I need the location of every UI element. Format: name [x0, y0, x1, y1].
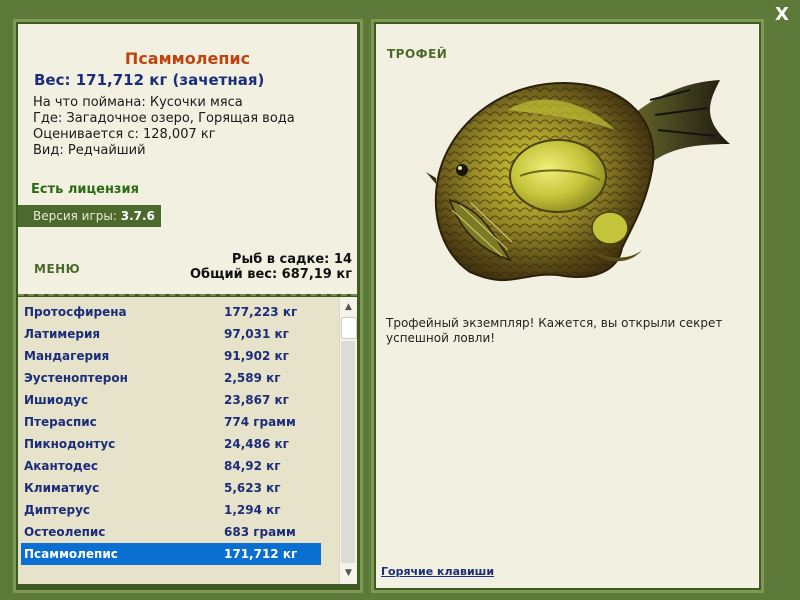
version-label: Версия игры:: [33, 209, 121, 223]
list-item-weight: 1,294 кг: [224, 503, 281, 517]
scroll-thumb[interactable]: [341, 317, 357, 339]
license-status: Есть лицензия: [31, 182, 139, 197]
list-item-name: Протосфирена: [24, 305, 127, 319]
location-info: Где: Загадочное озеро, Горящая вода: [33, 111, 295, 126]
list-item-weight: 177,223 кг: [224, 305, 298, 319]
list-item-weight: 91,902 кг: [224, 349, 289, 363]
list-item-name: Пикнодонтус: [24, 437, 116, 451]
list-item[interactable]: Остеолепис 683 грамм: [21, 521, 321, 543]
kind-info: Вид: Редчайший: [33, 143, 146, 158]
trophy-label: ТРОФЕЙ: [387, 47, 448, 61]
list-item-weight: 683 грамм: [224, 525, 296, 539]
value-info: Оценивается с: 128,007 кг: [33, 127, 216, 142]
list-item-name: Ишиодус: [24, 393, 89, 407]
list-item[interactable]: Мандагерия 91,902 кг: [21, 345, 321, 367]
list-item[interactable]: Диптерус 1,294 кг: [21, 499, 321, 521]
list-item[interactable]: Псаммолепис 171,712 кг: [21, 543, 321, 565]
list-item[interactable]: Пикнодонтус 24,486 кг: [21, 433, 321, 455]
list-item-weight: 24,486 кг: [224, 437, 289, 451]
list-item-name: Псаммолепис: [24, 547, 118, 561]
catch-list-scrollbar[interactable]: ▲ ▼: [339, 297, 357, 584]
scroll-down-icon[interactable]: ▼: [340, 565, 357, 581]
list-item[interactable]: Климатиус 5,623 кг: [21, 477, 321, 499]
trophy-message: Трофейный экземпляр! Кажется, вы открыли…: [386, 316, 723, 345]
version-value: 3.7.6: [120, 209, 155, 223]
bait-info: На что поймана: Кусочки мяса: [33, 95, 243, 110]
list-item[interactable]: Ишиодус 23,867 кг: [21, 389, 321, 411]
list-item-name: Акантодес: [24, 459, 98, 473]
keepnet-count: Рыб в садке: 14: [231, 252, 352, 267]
divider: [18, 294, 357, 296]
game-version: Версия игры: 3.7.6: [18, 205, 161, 227]
hotkeys-link[interactable]: Горячие клавиши: [381, 565, 494, 578]
list-item-weight: 97,031 кг: [224, 327, 289, 341]
list-item[interactable]: Акантодес 84,92 кг: [21, 455, 321, 477]
list-item-weight: 84,92 кг: [224, 459, 281, 473]
list-item-name: Климатиус: [24, 481, 100, 495]
list-item-name: Эустеноптерон: [24, 371, 128, 385]
close-button[interactable]: X: [772, 4, 792, 26]
scroll-up-icon[interactable]: ▲: [340, 299, 357, 315]
fish-weight: Вес: 171,712 кг (зачетная): [34, 71, 265, 89]
list-item[interactable]: Латимерия 97,031 кг: [21, 323, 321, 345]
list-item[interactable]: Птераспис 774 грамм: [21, 411, 321, 433]
trophy-panel: ТРОФЕЙ Трофейный экземпляр! Кажется, вы …: [376, 24, 759, 588]
list-item-name: Диптерус: [24, 503, 91, 517]
scroll-track[interactable]: [341, 341, 355, 563]
catch-list[interactable]: Протосфирена 177,223 кг Латимерия 97,031 кг…: [18, 297, 339, 584]
list-item[interactable]: Протосфирена 177,223 кг: [21, 301, 321, 323]
list-item-name: Остеолепис: [24, 525, 106, 539]
fish-info-panel: Псаммолепис Вес: 171,712 кг (зачетная) Н…: [18, 24, 357, 294]
fish-name: Псаммолепис: [124, 49, 251, 68]
list-item-name: Мандагерия: [24, 349, 110, 363]
list-item-weight: 774 грамм: [224, 415, 296, 429]
list-item[interactable]: Эустеноптерон 2,589 кг: [21, 367, 321, 389]
list-item-name: Латимерия: [24, 327, 101, 341]
list-item-weight: 5,623 кг: [224, 481, 281, 495]
menu-button[interactable]: МЕНЮ: [34, 262, 80, 276]
list-item-weight: 2,589 кг: [224, 371, 281, 385]
list-item-name: Птераспис: [24, 415, 97, 429]
list-item-weight: 23,867 кг: [224, 393, 289, 407]
list-item-weight: 171,712 кг: [224, 547, 298, 561]
fish-trophy-image: [426, 80, 730, 282]
keepnet-summary: Рыб в садке: 14 Общий вес: 687,19 кг: [190, 252, 352, 282]
keepnet-total-weight: Общий вес: 687,19 кг: [189, 267, 352, 282]
